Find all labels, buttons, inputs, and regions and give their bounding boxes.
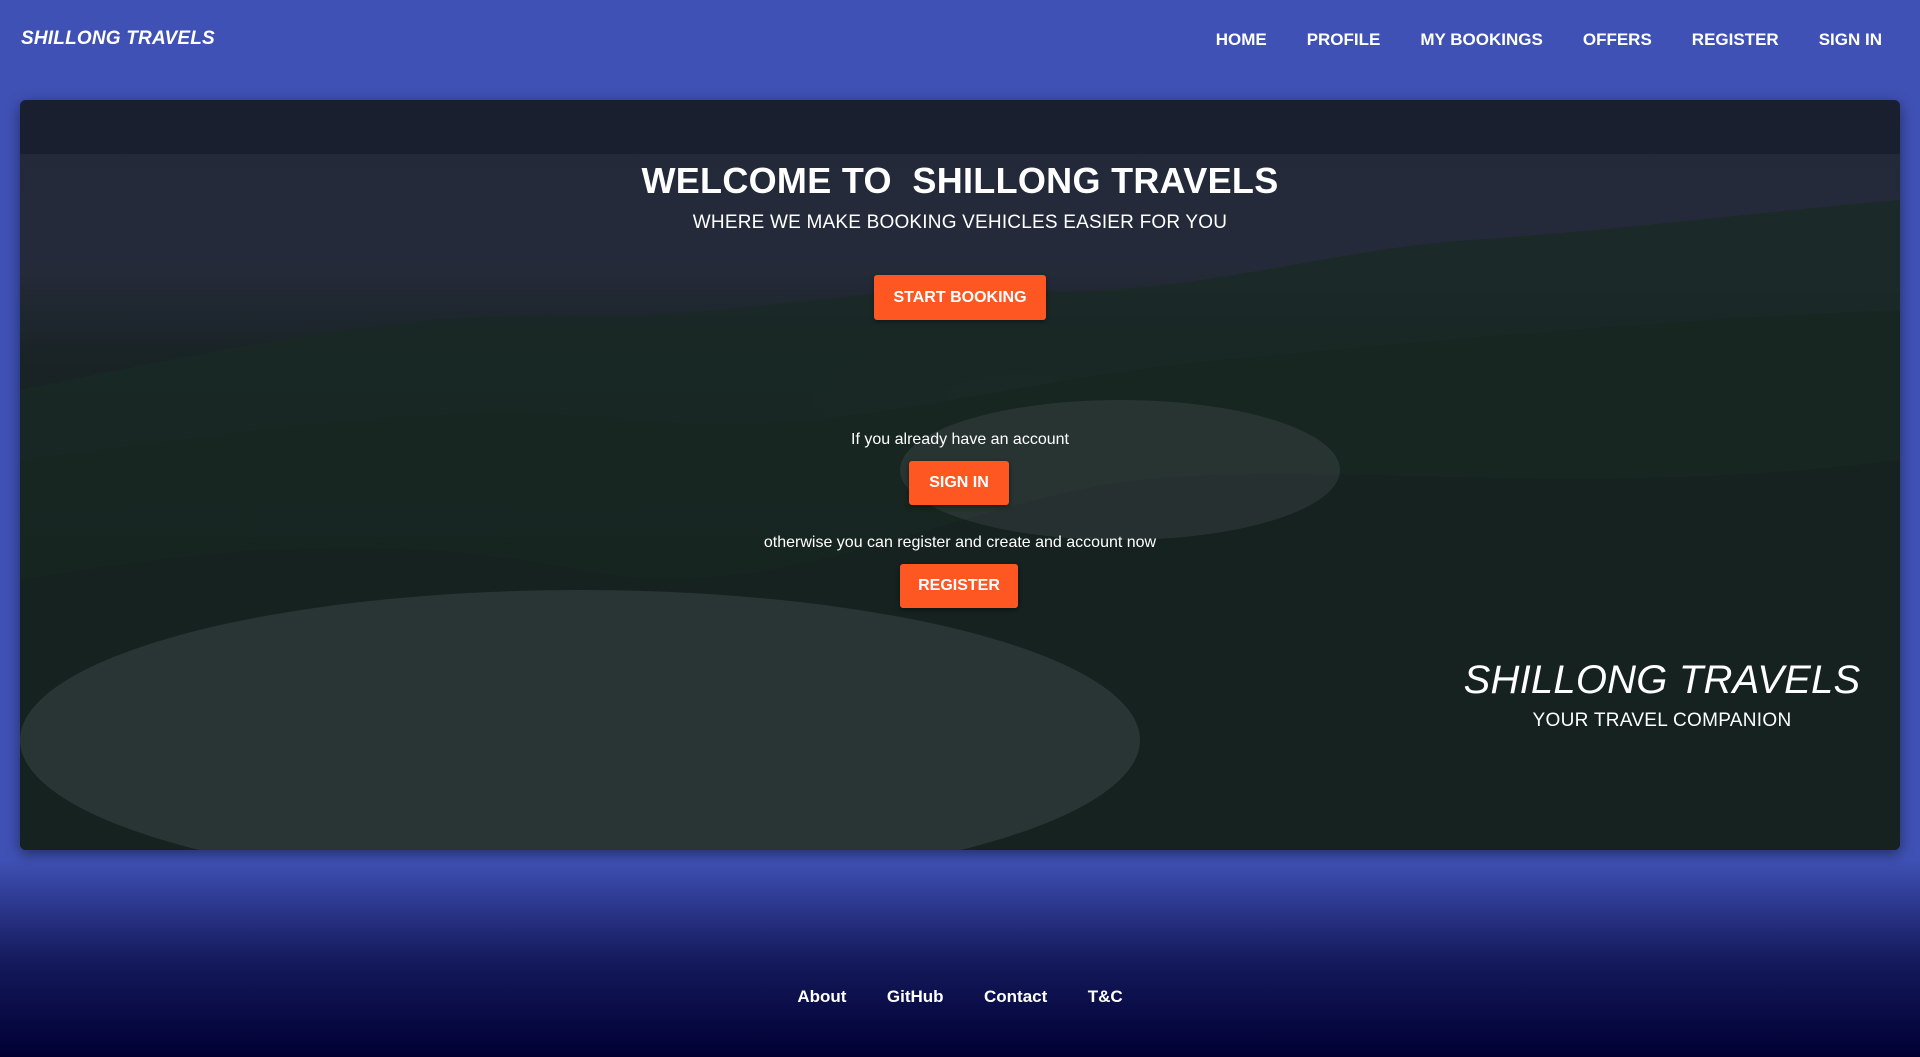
side-brand-tagline: YOUR TRAVEL COMPANION [1532,710,1792,731]
footer-contact-link[interactable]: Contact [984,987,1047,1007]
side-brand-title: SHILLONG TRAVELS [1463,658,1861,702]
footer-about-link[interactable]: About [797,987,846,1007]
signin-note: If you already have an account [851,431,1069,448]
hero-top-band [20,100,1900,154]
sign-in-button[interactable]: SIGN IN [909,461,1009,505]
top-navbar: SHILLONG TRAVELS HOME PROFILE MY BOOKING… [0,0,1920,80]
footer: About GitHub Contact T&C [0,987,1920,1007]
hero-card: WELCOME TO SHILLONG TRAVELS WHERE WE MAK… [20,100,1900,850]
nav-sign-in-link[interactable]: SIGN IN [1819,30,1882,50]
register-button[interactable]: REGISTER [900,564,1018,608]
hero-title: WELCOME TO SHILLONG TRAVELS [641,160,1279,201]
brand-logo[interactable]: SHILLONG TRAVELS [21,28,215,50]
nav-my-bookings-link[interactable]: MY BOOKINGS [1420,30,1542,50]
nav-links: HOME PROFILE MY BOOKINGS OFFERS REGISTER… [1176,30,1882,50]
nav-offers-link[interactable]: OFFERS [1583,30,1652,50]
register-note: otherwise you can register and create an… [763,534,1157,551]
nav-profile-link[interactable]: PROFILE [1307,30,1381,50]
footer-github-link[interactable]: GitHub [887,987,944,1007]
nav-home-link[interactable]: HOME [1216,30,1267,50]
nav-register-link[interactable]: REGISTER [1692,30,1779,50]
hero-subtitle: WHERE WE MAKE BOOKING VEHICLES EASIER FO… [692,212,1228,233]
footer-terms-link[interactable]: T&C [1088,987,1123,1007]
start-booking-button[interactable]: START BOOKING [874,275,1046,320]
